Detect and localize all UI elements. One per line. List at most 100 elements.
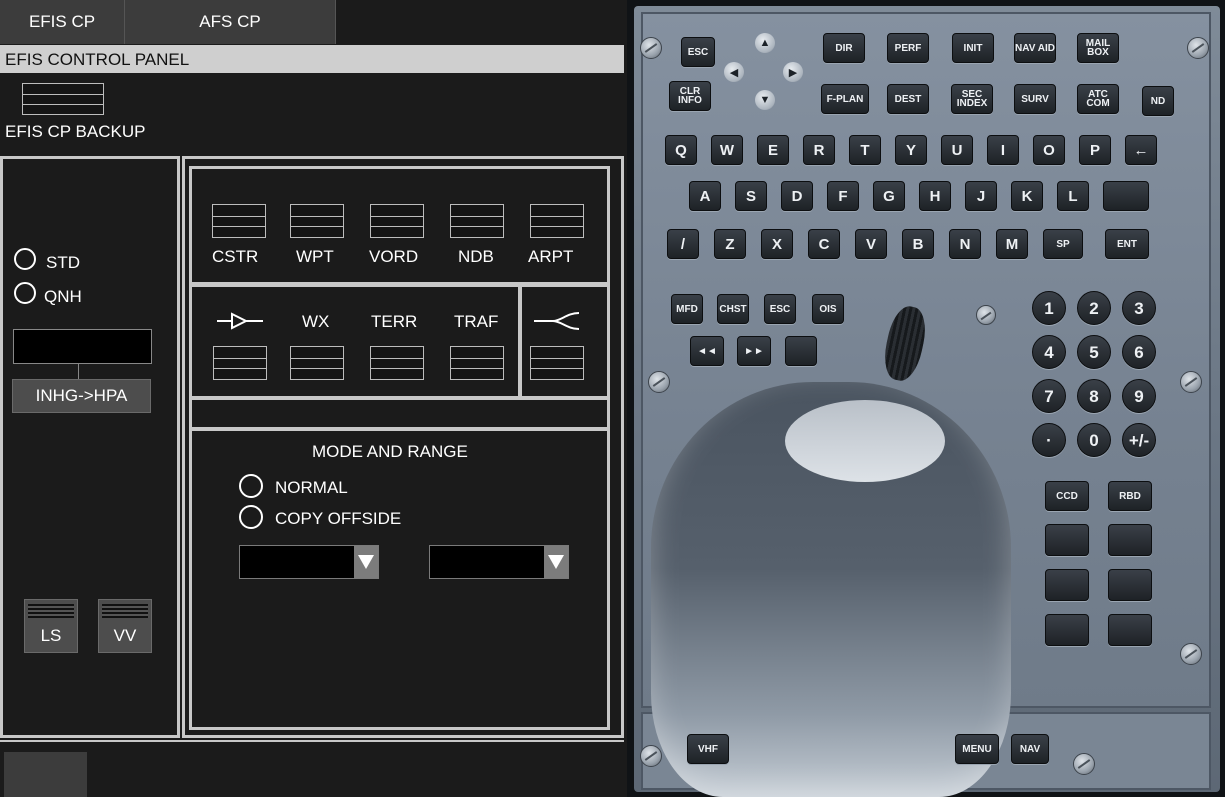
sec-index-key[interactable]: SEC INDEX xyxy=(951,84,993,114)
ois-key[interactable]: OIS xyxy=(812,294,844,324)
nav-aid-key[interactable]: NAV AID xyxy=(1014,33,1056,63)
numpad-key[interactable]: +/- xyxy=(1122,423,1156,457)
arrow-down-icon[interactable]: ▼ xyxy=(755,90,775,110)
key-i[interactable]: I xyxy=(987,135,1019,165)
blank-key[interactable] xyxy=(1108,524,1152,556)
mode-select[interactable] xyxy=(239,545,379,579)
arpt-indicator[interactable] xyxy=(530,204,584,238)
mail-box-key[interactable]: MAIL BOX xyxy=(1077,33,1119,63)
rbd-key[interactable]: RBD xyxy=(1108,481,1152,511)
numpad-key[interactable]: 2 xyxy=(1077,291,1111,325)
forward-key[interactable]: ►► xyxy=(737,336,771,366)
tab-efis-cp[interactable]: EFIS CP xyxy=(0,0,125,44)
key-d[interactable]: D xyxy=(781,181,813,211)
numpad-key[interactable]: 8 xyxy=(1077,379,1111,413)
trackball[interactable] xyxy=(785,400,945,482)
blank-key[interactable] xyxy=(1045,569,1089,601)
numpad-key[interactable]: 3 xyxy=(1122,291,1156,325)
clr-info-key[interactable]: CLR INFO xyxy=(669,81,711,111)
cstr-indicator[interactable] xyxy=(212,204,266,238)
blank-key[interactable] xyxy=(1108,569,1152,601)
blank-key[interactable] xyxy=(1103,181,1149,211)
backup-indicator[interactable] xyxy=(22,83,104,115)
baro-value-field[interactable] xyxy=(13,329,152,364)
key-f[interactable]: F xyxy=(827,181,859,211)
vor-arc-indicator[interactable] xyxy=(530,346,584,380)
qnh-radio[interactable] xyxy=(14,282,36,304)
numpad-key[interactable]: 0 xyxy=(1077,423,1111,457)
rewind-key[interactable]: ◄◄ xyxy=(690,336,724,366)
numpad-key[interactable]: 1 xyxy=(1032,291,1066,325)
arrow-left-icon[interactable]: ◀ xyxy=(724,62,744,82)
key-g[interactable]: G xyxy=(873,181,905,211)
vv-button[interactable]: VV xyxy=(98,599,152,653)
wpt-indicator[interactable] xyxy=(290,204,344,238)
copy-offside-radio[interactable] xyxy=(239,505,263,529)
ls-button[interactable]: LS xyxy=(24,599,78,653)
blank-key[interactable] xyxy=(1045,524,1089,556)
arrow-up-icon[interactable]: ▲ xyxy=(755,33,775,53)
wx-indicator[interactable] xyxy=(290,346,344,380)
key-[interactable]: / xyxy=(667,229,699,259)
key-o[interactable]: O xyxy=(1033,135,1065,165)
esc-key[interactable]: ESC xyxy=(681,37,715,67)
blank-key[interactable] xyxy=(1108,614,1152,646)
vhf-key[interactable]: VHF xyxy=(687,734,729,764)
tab-afs-cp[interactable]: AFS CP xyxy=(125,0,336,44)
key-t[interactable]: T xyxy=(849,135,881,165)
key-j[interactable]: J xyxy=(965,181,997,211)
inhg-hpa-button[interactable]: INHG->HPA xyxy=(12,379,151,413)
normal-radio[interactable] xyxy=(239,474,263,498)
numpad-key[interactable]: · xyxy=(1032,423,1066,457)
key-a[interactable]: A xyxy=(689,181,721,211)
numpad-key[interactable]: 6 xyxy=(1122,335,1156,369)
key-h[interactable]: H xyxy=(919,181,951,211)
key-sp[interactable]: SP xyxy=(1043,229,1083,259)
key-ent[interactable]: ENT xyxy=(1105,229,1149,259)
numpad-key[interactable]: 9 xyxy=(1122,379,1156,413)
esc-key-2[interactable]: ESC xyxy=(764,294,796,324)
perf-key[interactable]: PERF xyxy=(887,33,929,63)
std-radio[interactable] xyxy=(14,248,36,270)
dest-key[interactable]: DEST xyxy=(887,84,929,114)
atc-com-key[interactable]: ATC COM xyxy=(1077,84,1119,114)
traf-indicator[interactable] xyxy=(450,346,504,380)
key-e[interactable]: E xyxy=(757,135,789,165)
nav-key[interactable]: NAV xyxy=(1011,734,1049,764)
key-c[interactable]: C xyxy=(808,229,840,259)
key-l[interactable]: L xyxy=(1057,181,1089,211)
arrow-right-icon[interactable]: ▶ xyxy=(783,62,803,82)
bottom-tab[interactable] xyxy=(4,752,87,797)
key-s[interactable]: S xyxy=(735,181,767,211)
key-y[interactable]: Y xyxy=(895,135,927,165)
vord-indicator[interactable] xyxy=(370,204,424,238)
numpad-key[interactable]: 5 xyxy=(1077,335,1111,369)
surv-key[interactable]: SURV xyxy=(1014,84,1056,114)
key-k[interactable]: K xyxy=(1011,181,1043,211)
key-p[interactable]: P xyxy=(1079,135,1111,165)
range-select[interactable] xyxy=(429,545,569,579)
ndb-indicator[interactable] xyxy=(450,204,504,238)
key-z[interactable]: Z xyxy=(714,229,746,259)
dir-key[interactable]: DIR xyxy=(823,33,865,63)
numpad-key[interactable]: 7 xyxy=(1032,379,1066,413)
numpad-key[interactable]: 4 xyxy=(1032,335,1066,369)
menu-key[interactable]: MENU xyxy=(955,734,999,764)
terr-indicator[interactable] xyxy=(370,346,424,380)
key-[interactable]: ← xyxy=(1125,135,1157,165)
key-b[interactable]: B xyxy=(902,229,934,259)
key-r[interactable]: R xyxy=(803,135,835,165)
key-m[interactable]: M xyxy=(996,229,1028,259)
key-w[interactable]: W xyxy=(711,135,743,165)
key-v[interactable]: V xyxy=(855,229,887,259)
mfd-key[interactable]: MFD xyxy=(671,294,703,324)
radar-symbol-indicator[interactable] xyxy=(213,346,267,380)
nd-key[interactable]: ND xyxy=(1142,86,1174,116)
blank-key[interactable] xyxy=(785,336,817,366)
key-q[interactable]: Q xyxy=(665,135,697,165)
key-n[interactable]: N xyxy=(949,229,981,259)
f-plan-key[interactable]: F-PLAN xyxy=(821,84,869,114)
init-key[interactable]: INIT xyxy=(952,33,994,63)
key-u[interactable]: U xyxy=(941,135,973,165)
blank-key[interactable] xyxy=(1045,614,1089,646)
